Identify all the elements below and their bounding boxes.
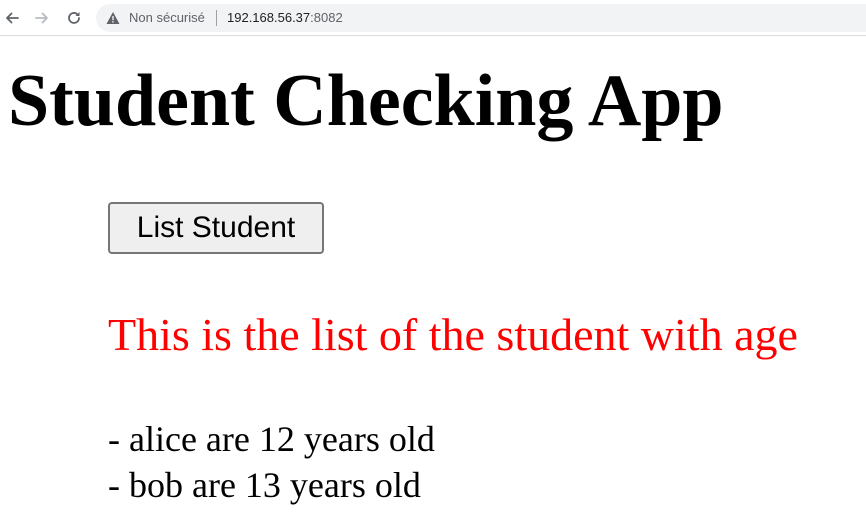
student-list-heading: This is the list of the student with age [108,309,798,360]
page-title: Student Checking App [8,60,724,142]
arrow-left-icon [6,12,19,24]
student-list-item: - alice are 12 years old [108,419,435,459]
forward-button[interactable] [30,6,54,30]
url-host: 192.168.56.37 [227,10,311,25]
address-bar[interactable]: Non sécurisé 192.168.56.37:8082 [96,4,866,32]
student-list: - alice are 12 years old - bob are 13 ye… [108,416,435,508]
student-list-item: - bob are 13 years old [108,465,421,505]
url-text[interactable]: 192.168.56.37:8082 [227,10,343,25]
security-status-label[interactable]: Non sécurisé [129,10,205,25]
reload-icon [68,12,80,24]
reload-button[interactable] [62,6,86,30]
browser-toolbar: Non sécurisé 192.168.56.37:8082 [0,0,866,36]
back-button[interactable] [0,6,24,30]
arrow-right-icon [35,12,48,24]
address-bar-divider [216,10,217,26]
warning-triangle-icon[interactable] [106,11,120,25]
url-port: :8082 [310,10,343,25]
list-student-button[interactable]: List Student [108,202,324,254]
